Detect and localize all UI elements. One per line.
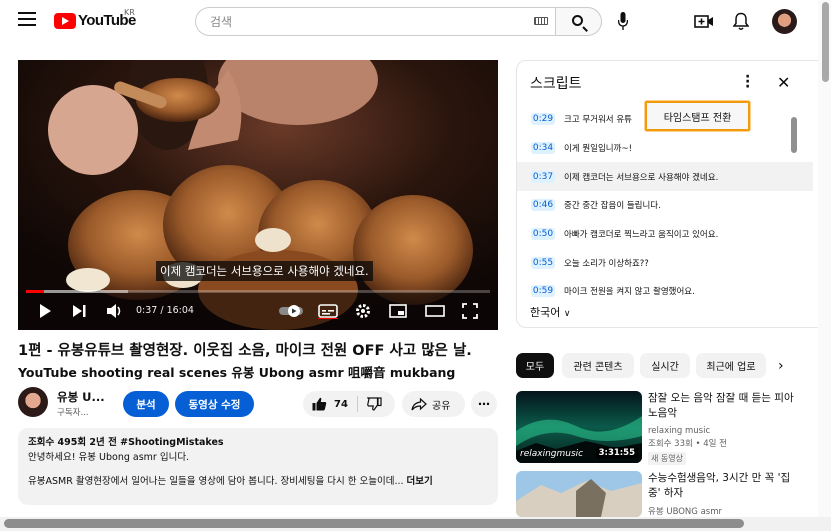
thumbnail-brand-text: relaxingmusic [520,449,584,459]
cliff-thumbnail-image [516,471,642,517]
recommendation-thumbnail[interactable]: relaxingmusic 3:31:55 [516,391,642,463]
theater-mode-icon[interactable] [425,303,445,319]
top-bar: YouTube KR [0,0,831,44]
play-icon[interactable] [38,303,52,319]
progress-played [26,290,44,293]
video-duration: 3:31:55 [595,447,638,459]
chevron-right-icon[interactable]: › [778,358,784,374]
transcript-row[interactable]: 0:37 이제 캠코더는 서브용으로 사용해야 겠네요. [517,162,813,191]
language-label: 한국어 [530,306,561,319]
transcript-text: 중간 중간 잡음이 들립니다. [564,200,661,211]
transcript-row[interactable]: 0:50 아빠가 캠코더로 찍느라고 움직이고 있어요. [517,219,813,248]
vertical-scroll-thumb[interactable] [822,2,829,82]
transcript-timestamp[interactable]: 0:29 [531,112,555,125]
like-dislike-group: 74 [303,391,395,417]
page-horizontal-scrollbar[interactable] [0,517,831,531]
close-icon[interactable]: ✕ [777,73,790,92]
toggle-timestamps-menu-item[interactable]: 타임스탬프 전환 [645,101,750,131]
create-video-icon[interactable] [694,13,714,31]
transcript-text: 마이크 전원을 켜지 않고 촬영했어요. [564,286,695,297]
share-icon [411,397,427,410]
dislike-icon[interactable] [366,397,382,411]
description-more-link[interactable]: 더보기 [407,476,433,487]
chip-recent[interactable]: 최근에 업로 [696,353,766,378]
edit-video-button[interactable]: 동영상 수정 [175,391,254,417]
search-icon [572,15,583,26]
chevron-down-icon: ∨ [563,309,571,319]
share-button[interactable]: 공유 [402,391,465,417]
search-input[interactable] [196,8,516,35]
fullscreen-icon[interactable] [462,303,478,319]
country-code: KR [124,8,135,17]
transcript-timestamp[interactable]: 0:55 [531,256,555,269]
transcript-language-select[interactable]: 한국어 ∨ [530,304,570,320]
description-line-2: 유봉ASMR 촬영현장에서 일어나는 일들을 영상에 담아 봅니다. 장비세팅을… [28,476,404,487]
transcript-row[interactable]: 0:59 마이크 전원을 켜지 않고 촬영했어요. [517,276,813,305]
chip-live[interactable]: 실시간 [640,353,690,378]
transcript-row[interactable]: 0:55 오늘 소리가 이상하죠?? [517,248,813,277]
transcript-timestamp[interactable]: 0:46 [531,198,555,211]
recommendation-title[interactable]: 잠잘 오는 음악 잠잘 때 듣는 피아노음악 [648,391,800,421]
horizontal-scroll-thumb[interactable] [4,519,744,528]
transcript-text: 이제 캠코더는 서브용으로 사용해야 겠네요. [564,172,719,183]
transcript-timestamp[interactable]: 0:59 [531,284,555,297]
settings-gear-icon[interactable] [355,303,371,319]
transcript-timestamp[interactable]: 0:37 [531,170,555,183]
channel-avatar[interactable] [18,387,48,417]
notifications-bell-icon[interactable] [733,12,749,31]
like-icon[interactable] [312,397,327,411]
recommendation-thumbnail[interactable] [516,471,642,517]
video-caption: 이제 캠코더는 서브용으로 사용해야 겠네요. [156,261,373,281]
user-avatar[interactable] [772,9,797,34]
microphone-icon[interactable] [618,12,628,32]
chip-all[interactable]: 모두 [516,353,554,378]
video-subtitle: YouTube shooting real scenes 유봉 Ubong as… [18,365,456,380]
analytics-button[interactable]: 분석 [123,391,169,417]
like-divider [356,396,358,412]
keyboard-icon[interactable] [534,17,548,25]
recommendation-channel[interactable]: relaxing music [648,425,710,437]
next-video-icon[interactable] [72,303,88,319]
transcript-title: 스크립트 [530,76,582,92]
page-vertical-scrollbar[interactable] [818,0,831,517]
transcript-text: 아빠가 캠코더로 찍느라고 움직이고 있어요. [564,229,719,240]
description-meta: 조회수 495회 2년 전 #ShootingMistakes [28,437,224,448]
transcript-timestamp[interactable]: 0:50 [531,227,555,240]
transcript-text: 오늘 소리가 이상하죠?? [564,258,649,269]
like-count: 74 [334,398,348,410]
volume-icon[interactable] [106,303,124,319]
search-box [195,7,555,36]
youtube-play-icon [54,12,76,29]
transcript-row[interactable]: 0:46 중간 중간 잡음이 들립니다. [517,190,813,219]
channel-name[interactable]: 유봉 U... [57,389,105,405]
search-button[interactable] [555,7,602,36]
share-label: 공유 [432,400,451,412]
autoplay-toggle-icon[interactable] [278,304,304,318]
description-line-1: 안녕하세요! 유봉 Ubong asmr 입니다. [28,452,190,463]
transcript-text: 이게 뭔일입니까~! [564,143,632,154]
video-player[interactable]: 이제 캠코더는 서브용으로 사용해야 겠네요. 0:37 / 16:04 [18,60,498,330]
hamburger-menu-icon[interactable] [18,12,36,28]
transcript-row[interactable]: 0:34 이게 뭔일입니까~! [517,133,813,162]
playback-time: 0:37 / 16:04 [136,305,194,316]
transcript-text: 크고 무거워서 유튜 [564,114,632,125]
chip-related[interactable]: 관련 콘텐츠 [562,353,634,378]
more-horizontal-icon: ⋯ [478,397,490,411]
recommendation-title[interactable]: 수능수험생음악, 3시간 만 꼭 '집중' 하자 [648,471,800,501]
subscriber-count: 구독자... [57,408,89,418]
more-actions-button[interactable]: ⋯ [471,391,497,417]
new-video-badge: 새 동영상 [648,452,686,465]
recommendation-views: 조회수 33회 • 4일 전 [648,439,727,449]
miniplayer-icon[interactable] [389,303,407,319]
video-title: 1편 - 유봉유튜브 촬영현장. 이웃집 소음, 마이크 전원 OFF 사고 많… [18,343,472,359]
transcript-scrollbar[interactable] [791,117,797,153]
progress-bar[interactable] [26,290,490,293]
transcript-timestamp[interactable]: 0:34 [531,141,555,154]
description-box[interactable]: 조회수 495회 2년 전 #ShootingMistakes 안녕하세요! 유… [18,428,498,505]
more-vertical-icon[interactable]: · · · [745,70,750,94]
subtitles-icon[interactable] [318,303,338,319]
